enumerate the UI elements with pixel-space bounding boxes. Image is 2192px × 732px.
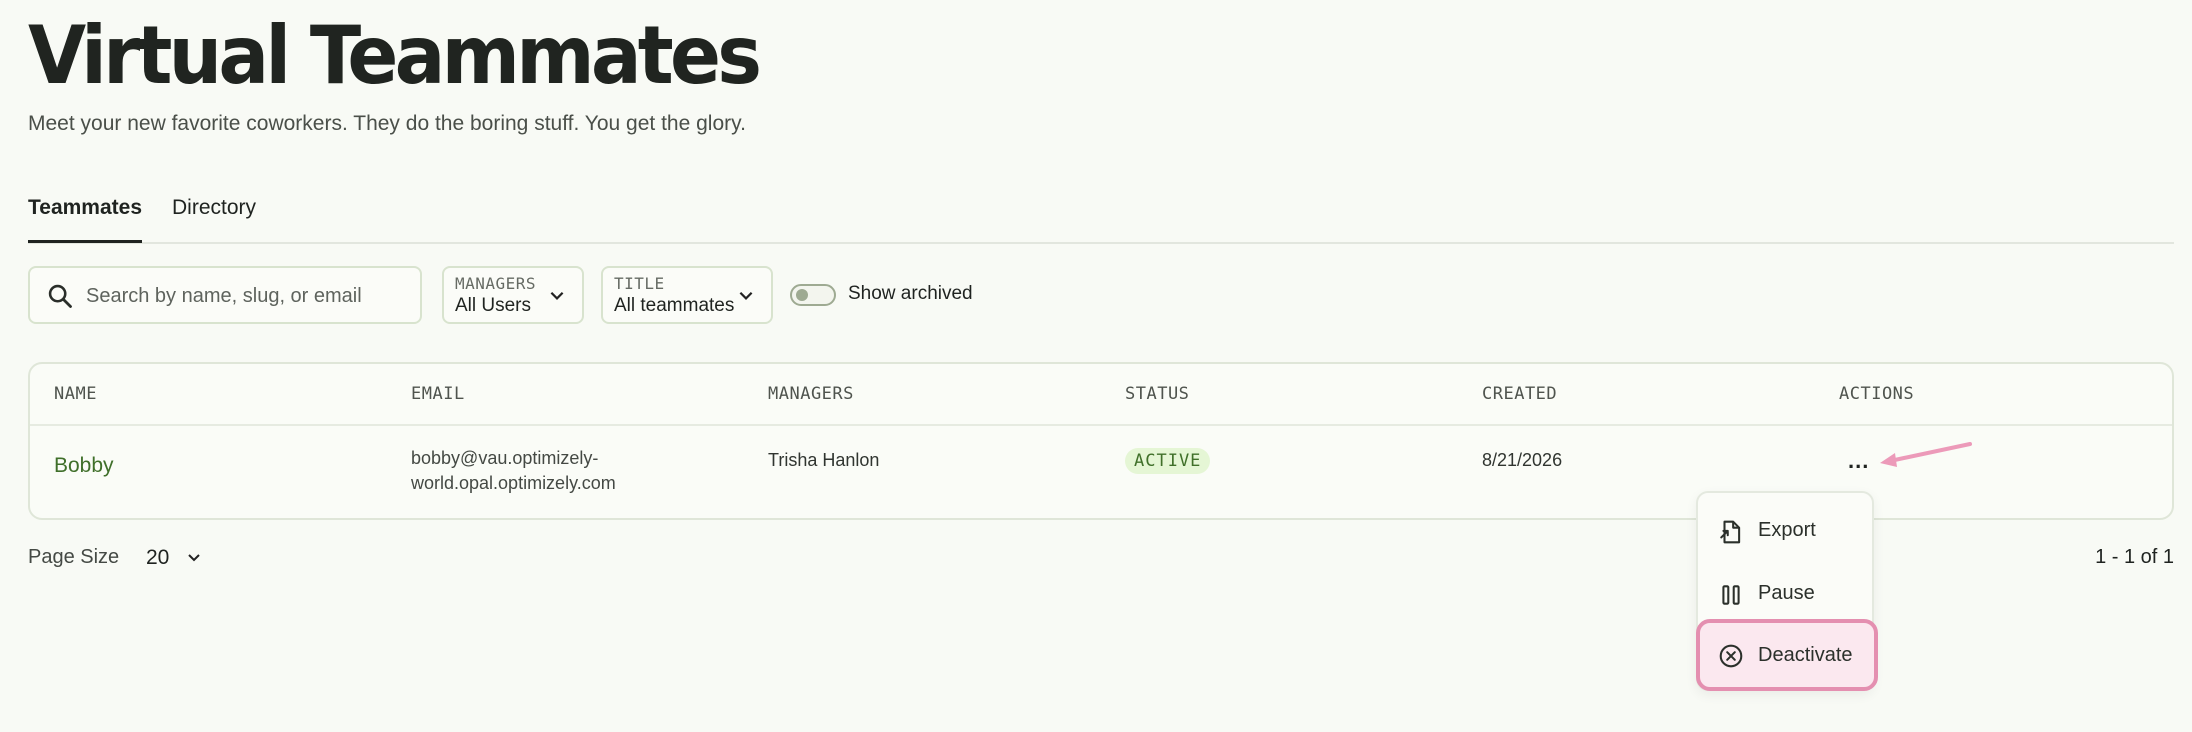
pagination-info: 1 - 1 of 1 [2095,546,2174,568]
search-icon [48,284,72,308]
column-header-created[interactable]: CREATED [1482,384,1557,404]
teammate-name-link[interactable]: Bobby [54,454,114,478]
table-header: NAME EMAIL MANAGERS STATUS CREATED ACTIO… [30,364,2172,426]
managers-select-value: All Users [455,295,532,316]
column-header-managers[interactable]: MANAGERS [768,384,854,404]
title-select-label: TITLE [614,274,665,293]
search-input[interactable] [84,276,408,316]
tab-teammates[interactable]: Teammates [28,190,143,243]
page-subtitle: Meet your new favorite coworkers. They d… [28,112,746,135]
column-header-status[interactable]: STATUS [1125,384,1189,404]
menu-item-deactivate[interactable]: Deactivate [1696,619,1878,691]
row-actions-menu: Export Pause Deactivate [1696,491,1878,691]
created-date: 8/21/2026 [1482,450,1563,470]
tab-bar: Teammates Directory [28,190,2174,244]
managers-select[interactable]: MANAGERS All Users [442,266,584,324]
show-archived-label: Show archived [848,283,973,304]
circle-x-icon [1719,644,1743,668]
chevron-down-icon [550,291,564,300]
page-size-value: 20 [146,546,170,569]
chevron-down-icon [188,554,200,562]
column-header-name[interactable]: NAME [54,384,97,404]
toggle-knob [796,289,808,301]
search-box [28,266,422,324]
pause-icon [1722,585,1740,605]
menu-item-label: Deactivate [1758,644,1853,666]
chevron-down-icon [739,291,753,300]
title-select-value: All teammates [614,295,735,316]
filter-bar: MANAGERS All Users TITLE All teammates S… [28,266,1128,326]
email-line: world.opal.optimizely.com [411,473,616,493]
teammate-managers: Trisha Hanlon [768,450,880,470]
page-size-label: Page Size [28,546,120,568]
menu-item-label: Export [1758,519,1816,541]
menu-item-export[interactable]: Export [1698,505,1872,557]
page-title: Virtual Teammates [28,9,762,102]
row-actions-button[interactable]: ... [1848,448,1869,474]
tab-directory[interactable]: Directory [172,190,256,242]
status-badge: ACTIVE [1125,448,1211,474]
column-header-actions: ACTIONS [1839,384,1915,404]
menu-item-pause[interactable]: Pause [1698,568,1872,620]
export-file-icon [1720,520,1741,544]
managers-select-label: MANAGERS [455,274,537,293]
teammate-email: bobby@vau.optimizely- world.opal.optimiz… [411,446,616,496]
show-archived-toggle[interactable] [790,284,836,306]
email-line: bobby@vau.optimizely- [411,448,599,468]
title-select[interactable]: TITLE All teammates [601,266,773,324]
status-cell: ACTIVE [1125,448,1211,474]
column-header-email[interactable]: EMAIL [411,384,465,404]
menu-item-label: Pause [1758,582,1815,604]
annotation-arrow-icon [1880,442,1972,467]
